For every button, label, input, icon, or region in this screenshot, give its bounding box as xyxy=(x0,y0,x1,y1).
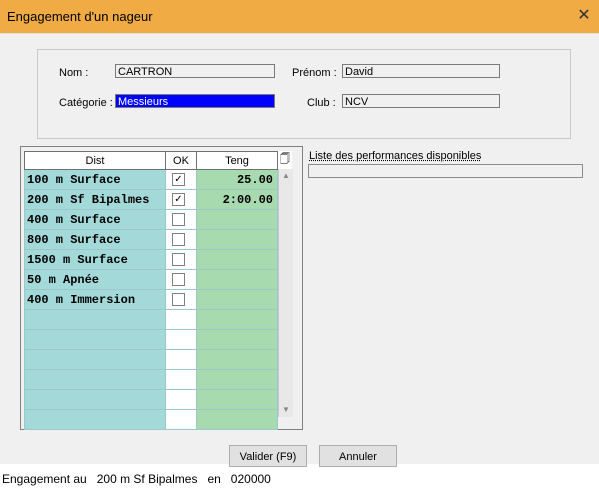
ok-cell[interactable] xyxy=(165,389,197,410)
table-row[interactable]: 50 m Apnée xyxy=(24,269,278,290)
club-label: Club : xyxy=(307,97,336,109)
teng-cell[interactable] xyxy=(196,369,278,390)
table-row[interactable] xyxy=(24,369,278,390)
ok-cell[interactable] xyxy=(165,329,197,350)
status-bar: Engagement au 200 m Sf Bipalmes en 02000… xyxy=(2,472,271,486)
teng-cell[interactable] xyxy=(196,289,278,310)
teng-cell[interactable] xyxy=(196,249,278,270)
dist-cell[interactable]: 100 m Surface xyxy=(24,169,166,190)
dist-cell[interactable] xyxy=(24,409,166,430)
ok-checkbox[interactable] xyxy=(172,252,185,266)
dist-cell[interactable] xyxy=(24,369,166,390)
table-row[interactable] xyxy=(24,349,278,370)
teng-cell[interactable] xyxy=(196,269,278,290)
teng-cell[interactable] xyxy=(196,389,278,410)
valider-button[interactable]: Valider (F9) xyxy=(229,445,307,467)
ok-cell[interactable] xyxy=(165,409,197,430)
nom-field[interactable]: CARTRON xyxy=(115,64,275,78)
ok-cell[interactable] xyxy=(165,249,197,270)
header-ok[interactable]: OK xyxy=(165,151,197,170)
categorie-label: Catégorie : xyxy=(59,97,113,109)
ok-checkbox[interactable] xyxy=(172,232,185,246)
table-row[interactable] xyxy=(24,309,278,330)
grid-scrollbar[interactable]: ▲ ▼ xyxy=(278,169,293,417)
table-row[interactable]: 800 m Surface xyxy=(24,229,278,250)
events-grid-panel: Dist OK Teng 100 m Surface ✓ 25.00 200 m S… xyxy=(20,146,303,430)
table-row[interactable] xyxy=(24,329,278,350)
nom-label: Nom : xyxy=(59,67,89,79)
swimmer-info-panel: Nom : CARTRON Prénom : David Catégorie :… xyxy=(37,49,571,139)
teng-cell[interactable] xyxy=(196,229,278,250)
categorie-field[interactable]: Messieurs xyxy=(115,94,275,108)
annuler-button[interactable]: Annuler xyxy=(319,445,397,467)
table-row[interactable]: 400 m Immersion xyxy=(24,289,278,310)
dist-cell[interactable]: 400 m Surface xyxy=(24,209,166,230)
teng-cell[interactable] xyxy=(196,349,278,370)
grid-options-icon[interactable]: 🗍 xyxy=(278,151,292,169)
performances-label: Liste des performances disponibles xyxy=(309,150,482,162)
dist-cell[interactable]: 1500 m Surface xyxy=(24,249,166,270)
dist-cell[interactable] xyxy=(24,329,166,350)
dist-cell[interactable]: 50 m Apnée xyxy=(24,269,166,290)
teng-cell[interactable] xyxy=(196,409,278,430)
scroll-down-icon[interactable]: ▼ xyxy=(279,403,293,417)
close-icon[interactable]: ✕ xyxy=(572,4,596,28)
ok-cell[interactable] xyxy=(165,289,197,310)
ok-checkbox[interactable] xyxy=(172,212,185,226)
teng-cell[interactable] xyxy=(196,309,278,330)
header-dist[interactable]: Dist xyxy=(24,151,166,170)
club-field[interactable]: NCV xyxy=(342,94,500,108)
ok-checkbox[interactable]: ✓ xyxy=(172,172,185,186)
table-row[interactable] xyxy=(24,409,278,430)
teng-cell[interactable] xyxy=(196,209,278,230)
window-title: Engagement d'un nageur xyxy=(7,9,153,24)
ok-checkbox[interactable] xyxy=(172,292,185,306)
performances-list[interactable] xyxy=(308,164,583,178)
scroll-up-icon[interactable]: ▲ xyxy=(279,169,293,183)
dialog-body: Nom : CARTRON Prénom : David Catégorie :… xyxy=(0,34,599,467)
ok-checkbox[interactable] xyxy=(172,272,185,286)
dist-cell[interactable] xyxy=(24,389,166,410)
table-row[interactable]: 400 m Surface xyxy=(24,209,278,230)
header-teng[interactable]: Teng xyxy=(196,151,278,170)
teng-cell[interactable] xyxy=(196,329,278,350)
prenom-label: Prénom : xyxy=(292,67,337,79)
dist-cell[interactable]: 400 m Immersion xyxy=(24,289,166,310)
prenom-field[interactable]: David xyxy=(342,64,500,78)
ok-cell[interactable] xyxy=(165,309,197,330)
teng-cell[interactable]: 2:00.00 xyxy=(196,189,278,210)
dist-cell[interactable] xyxy=(24,309,166,330)
table-row[interactable]: 1500 m Surface xyxy=(24,249,278,270)
dist-cell[interactable]: 200 m Sf Bipalmes xyxy=(24,189,166,210)
events-grid: Dist OK Teng 100 m Surface ✓ 25.00 200 m S… xyxy=(24,151,278,430)
ok-cell[interactable]: ✓ xyxy=(165,169,197,190)
ok-cell[interactable] xyxy=(165,369,197,390)
dist-cell[interactable]: 800 m Surface xyxy=(24,229,166,250)
table-row[interactable] xyxy=(24,389,278,410)
ok-cell[interactable] xyxy=(165,229,197,250)
ok-cell[interactable] xyxy=(165,269,197,290)
ok-cell[interactable]: ✓ xyxy=(165,189,197,210)
table-row[interactable]: 200 m Sf Bipalmes ✓ 2:00.00 xyxy=(24,189,278,210)
teng-cell[interactable]: 25.00 xyxy=(196,169,278,190)
table-row[interactable]: 100 m Surface ✓ 25.00 xyxy=(24,169,278,190)
ok-cell[interactable] xyxy=(165,349,197,370)
ok-cell[interactable] xyxy=(165,209,197,230)
ok-checkbox[interactable]: ✓ xyxy=(172,192,185,206)
dist-cell[interactable] xyxy=(24,349,166,370)
title-bar: Engagement d'un nageur ✕ xyxy=(0,0,599,34)
